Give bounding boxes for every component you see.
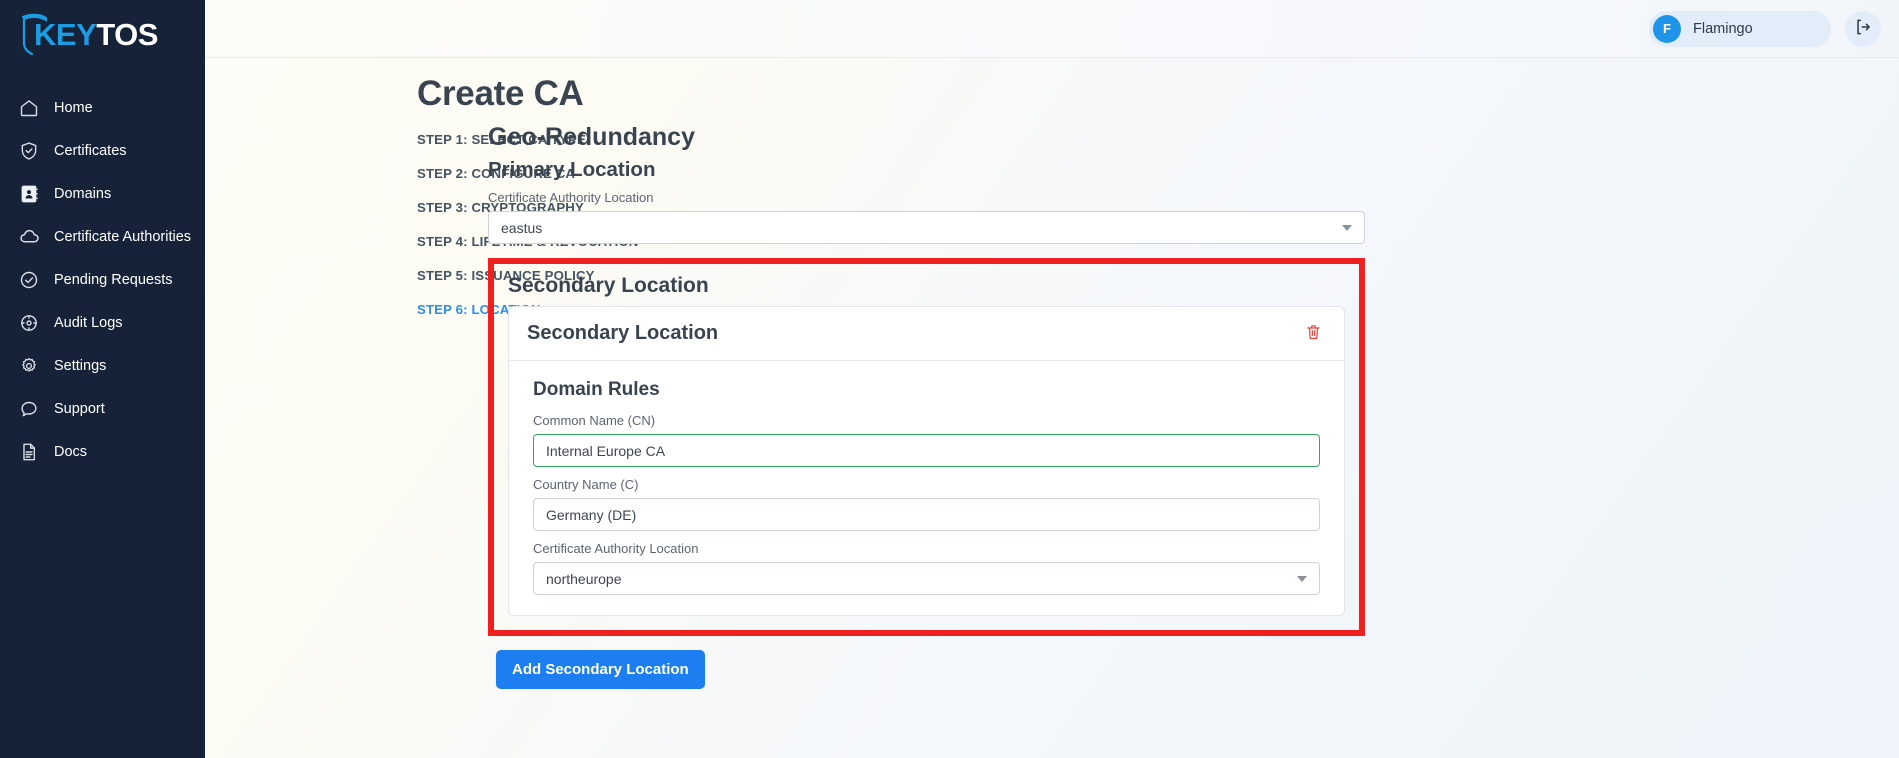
sidebar-item-label: Support [54,400,105,417]
domain-rules-heading: Domain Rules [533,379,660,400]
user-name-label: Flamingo [1693,20,1753,37]
secondary-location-highlight: Secondary Location Secondary Location Do… [488,258,1365,636]
sidebar-item-label: Audit Logs [54,314,123,331]
main-area: F Flamingo Create CA STEP 1: SELECT CA T… [205,0,1899,758]
step-item-6[interactable]: STEP 6: LOCATION [417,302,540,317]
primary-location-value: eastus [501,219,543,236]
sidebar-item-label: Settings [54,357,107,374]
chevron-down-icon [1297,575,1307,582]
secondary-location-card: Secondary Location Domain Rules Common N… [508,306,1345,616]
sidebar-item-domains[interactable]: Domains [0,172,205,215]
secondary-location-card-body: Domain Rules Common Name (CN) Internal E… [509,361,1344,615]
user-menu[interactable]: F Flamingo [1649,10,1831,47]
avatar: F [1653,14,1681,43]
primary-location-field: Certificate Authority Location eastus [488,190,1365,244]
sidebar-item-audit-logs[interactable]: Audit Logs [0,301,205,344]
trash-icon [1305,323,1322,344]
secondary-location-card-title: Secondary Location [527,322,719,344]
topbar: F Flamingo [205,0,1899,58]
sidebar-item-support[interactable]: Support [0,387,205,430]
shield-check-icon [18,140,40,162]
common-name-input[interactable]: Internal Europe CA [533,434,1320,467]
document-icon [18,441,40,463]
logout-icon [1854,18,1872,39]
secondary-ca-location-label: Certificate Authority Location [533,541,699,556]
chevron-down-icon [1342,224,1352,231]
primary-location-heading: Primary Location [488,158,656,181]
logo-text-tos: TOS [96,16,158,52]
sidebar-item-label: Home [54,99,93,116]
common-name-field: Common Name (CN) Internal Europe CA [533,413,1320,467]
sidebar-item-label: Certificates [54,142,127,159]
shield-icon [21,13,48,55]
sidebar-item-certificates[interactable]: Certificates [0,129,205,172]
sidebar-item-label: Pending Requests [54,271,173,288]
primary-location-label: Certificate Authority Location [488,190,654,205]
primary-location-select[interactable]: eastus [488,211,1365,244]
country-name-label: Country Name (C) [533,477,639,492]
step-list: STEP 1: SELECT CA TYPE STEP 2: CONFIGURE… [205,132,638,336]
country-name-field: Country Name (C) Germany (DE) [533,477,1320,531]
address-book-icon [18,183,40,205]
check-circle-icon [18,269,40,291]
page-content: Create CA STEP 1: SELECT CA TYPE STEP 2:… [205,58,1899,758]
step-item-2[interactable]: STEP 2: CONFIGURE CA [417,166,575,181]
add-secondary-location-button[interactable]: Add Secondary Location [496,650,705,689]
sidebar: KEYTOS Home Certificates Domains Certifi… [0,0,205,758]
geo-redundancy-heading: Geo-Redundancy [488,123,695,151]
step-item-4[interactable]: STEP 4: LIFETIME & REVOCATION [417,234,638,249]
country-name-value: Germany (DE) [546,506,637,523]
secondary-ca-location-select[interactable]: northeurope [533,562,1320,595]
delete-secondary-location-button[interactable] [1301,321,1326,346]
step-item-5[interactable]: STEP 5: ISSUANCE POLICY [417,268,594,283]
secondary-location-card-header: Secondary Location [509,307,1344,361]
sidebar-item-label: Certificate Authorities [54,228,192,245]
gear-icon [18,355,40,377]
cloud-icon [18,226,40,248]
step-item-1[interactable]: STEP 1: SELECT CA TYPE [417,132,586,147]
page-title: Create CA [417,74,584,113]
sidebar-item-certificate-authorities[interactable]: Certificate Authorities [0,215,205,258]
sidebar-item-docs[interactable]: Docs [0,430,205,473]
secondary-ca-location-field: Certificate Authority Location northeuro… [533,541,1320,595]
chat-bubble-icon [18,398,40,420]
home-icon [18,97,40,119]
secondary-location-section-heading: Secondary Location [508,274,709,297]
step-item-3[interactable]: STEP 3: CRYPTOGRAPHY [417,200,584,215]
country-name-input[interactable]: Germany (DE) [533,498,1320,531]
sidebar-item-label: Docs [54,443,88,460]
common-name-label: Common Name (CN) [533,413,656,428]
sidebar-item-home[interactable]: Home [0,86,205,129]
common-name-value: Internal Europe CA [546,442,666,459]
secondary-ca-location-value: northeurope [546,570,622,587]
sidebar-item-settings[interactable]: Settings [0,344,205,387]
sidebar-nav: Home Certificates Domains Certificate Au… [0,86,205,473]
sidebar-item-label: Domains [54,185,112,202]
clock-icon [18,312,40,334]
sidebar-item-pending-requests[interactable]: Pending Requests [0,258,205,301]
brand-logo[interactable]: KEYTOS [0,0,205,68]
app-root: KEYTOS Home Certificates Domains Certifi… [0,0,1899,758]
location-form: Geo-Redundancy Primary Location Certific… [445,123,1405,689]
logout-button[interactable] [1845,10,1881,47]
